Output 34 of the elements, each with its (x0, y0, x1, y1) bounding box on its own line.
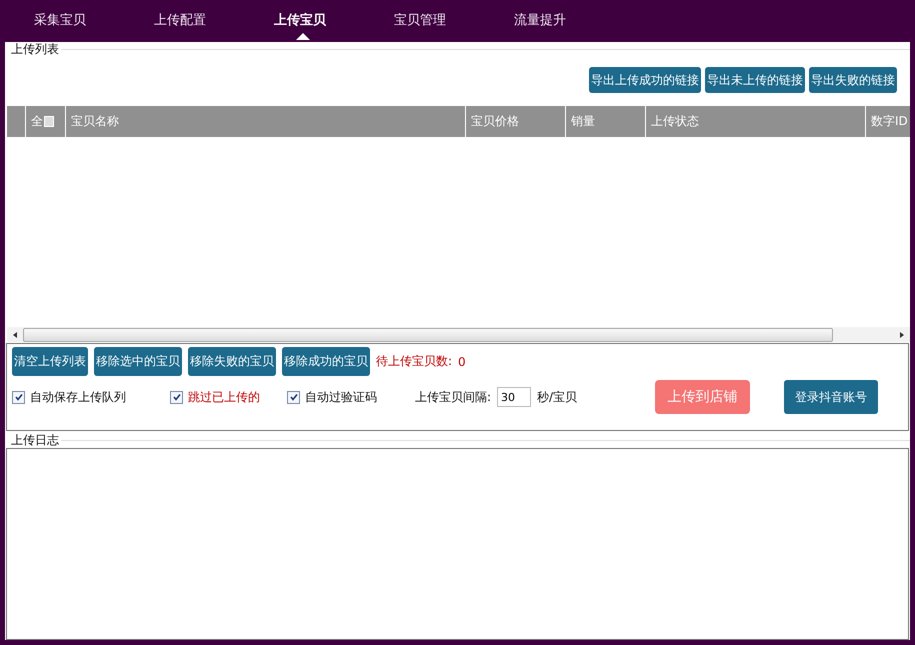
header-cell[interactable]: 宝贝名称 (66, 106, 466, 137)
nav-tab[interactable]: 上传配置 (154, 0, 274, 42)
interval-unit: 秒/宝贝 (537, 388, 578, 406)
section-title: 上传列表 (11, 40, 59, 58)
export-button[interactable]: 导出失败的链接 (809, 67, 897, 93)
nav-tab[interactable]: 宝贝管理 (394, 0, 514, 42)
list-action-button[interactable]: 移除成功的宝贝 (282, 347, 370, 376)
header-cell[interactable]: 数字ID (866, 106, 910, 137)
checkbox-icon[interactable] (44, 116, 54, 127)
scroll-left-icon[interactable] (12, 332, 18, 338)
checkbox-label[interactable]: 跳过已上传的 (188, 388, 260, 406)
export-button[interactable]: 导出未上传的链接 (705, 67, 805, 93)
list-action-button[interactable]: 清空上传列表 (12, 347, 88, 376)
interval-label: 上传宝贝间隔: (415, 388, 492, 406)
section-title: 上传日志 (11, 432, 59, 448)
header-cell[interactable]: 全 (31, 113, 43, 130)
pending-label: 待上传宝贝数: (376, 353, 452, 370)
nav-tab[interactable]: 采集宝贝 (34, 0, 154, 42)
interval-input[interactable]: 30 (497, 387, 532, 407)
list-action-button[interactable]: 移除失败的宝贝 (188, 347, 276, 376)
checkbox[interactable] (287, 390, 300, 404)
pending-count: 0 (458, 354, 466, 368)
scroll-right-icon[interactable] (899, 332, 905, 338)
checkbox-label[interactable]: 自动过验证码 (305, 388, 377, 406)
checkbox[interactable] (12, 390, 25, 404)
header-cell[interactable]: 销量 (566, 106, 646, 137)
checkbox-label[interactable]: 自动保存上传队列 (30, 388, 126, 406)
login-button[interactable]: 登录抖音账号 (784, 380, 878, 414)
checkbox[interactable] (170, 390, 183, 404)
header-cell[interactable]: 宝贝价格 (466, 106, 566, 137)
nav-tab[interactable]: 流量提升 (514, 0, 634, 42)
header-cell[interactable]: 上传状态 (646, 106, 866, 137)
list-action-button[interactable]: 移除选中的宝贝 (94, 347, 182, 376)
export-button[interactable]: 导出上传成功的链接 (589, 67, 701, 93)
